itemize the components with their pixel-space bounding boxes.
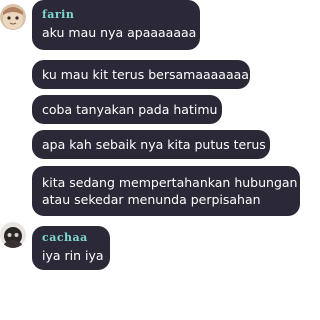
avatar-farin-icon[interactable]: [0, 4, 26, 30]
sender-name[interactable]: farin: [42, 8, 190, 21]
message-bubble: farin aku mau nya apaaaaaaa: [32, 0, 200, 50]
message-text: coba tanyakan pada hatimu: [42, 102, 218, 117]
message-text: atau sekedar menunda perpisahan: [42, 192, 261, 207]
message-text: aku mau nya apaaaaaaa: [42, 25, 197, 40]
message-bubble: ku mau kit terus bersamaaaaaaa: [32, 60, 250, 89]
message-text: kita sedang mempertahankan hubungan: [42, 175, 298, 190]
message-bubble: cachaa iya rin iya: [32, 226, 110, 270]
message-text: iya rin iya: [42, 248, 104, 263]
message-bubble: kita sedang mempertahankan hubungan atau…: [32, 166, 300, 216]
sender-name[interactable]: cachaa: [42, 231, 100, 244]
avatar-cachaa-icon[interactable]: [0, 222, 26, 248]
message-bubble: coba tanyakan pada hatimu: [32, 95, 222, 124]
message-text: ku mau kit terus bersamaaaaaaa: [42, 67, 249, 82]
message-text: apa kah sebaik nya kita putus terus: [42, 137, 266, 152]
message-bubble: apa kah sebaik nya kita putus terus: [32, 130, 270, 159]
